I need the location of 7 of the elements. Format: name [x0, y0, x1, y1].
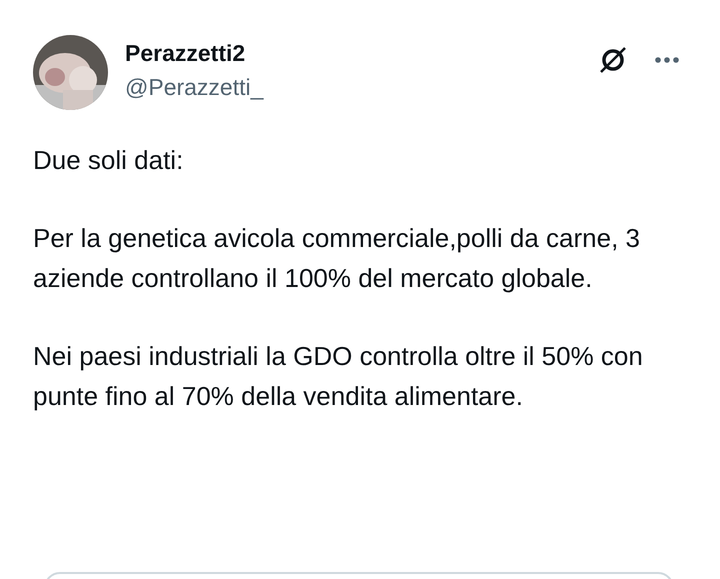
author-handle[interactable]: @Perazzetti_ [125, 72, 264, 102]
grok-icon[interactable] [598, 45, 628, 75]
more-icon[interactable] [654, 56, 680, 64]
tweet-paragraph: Nei paesi industriali la GDO controlla oltre il 50% con punte fino al 70% della vendita alimentare. [33, 340, 644, 413]
tweet-paragraph: Due soli dati: [33, 144, 184, 177]
tweet-paragraph: Per la genetica avicola commerciale,polli da carne, 3 aziende controllano il 100% del mercato globale. [33, 222, 641, 295]
author-name[interactable]: Perazzetti2 [125, 38, 264, 68]
